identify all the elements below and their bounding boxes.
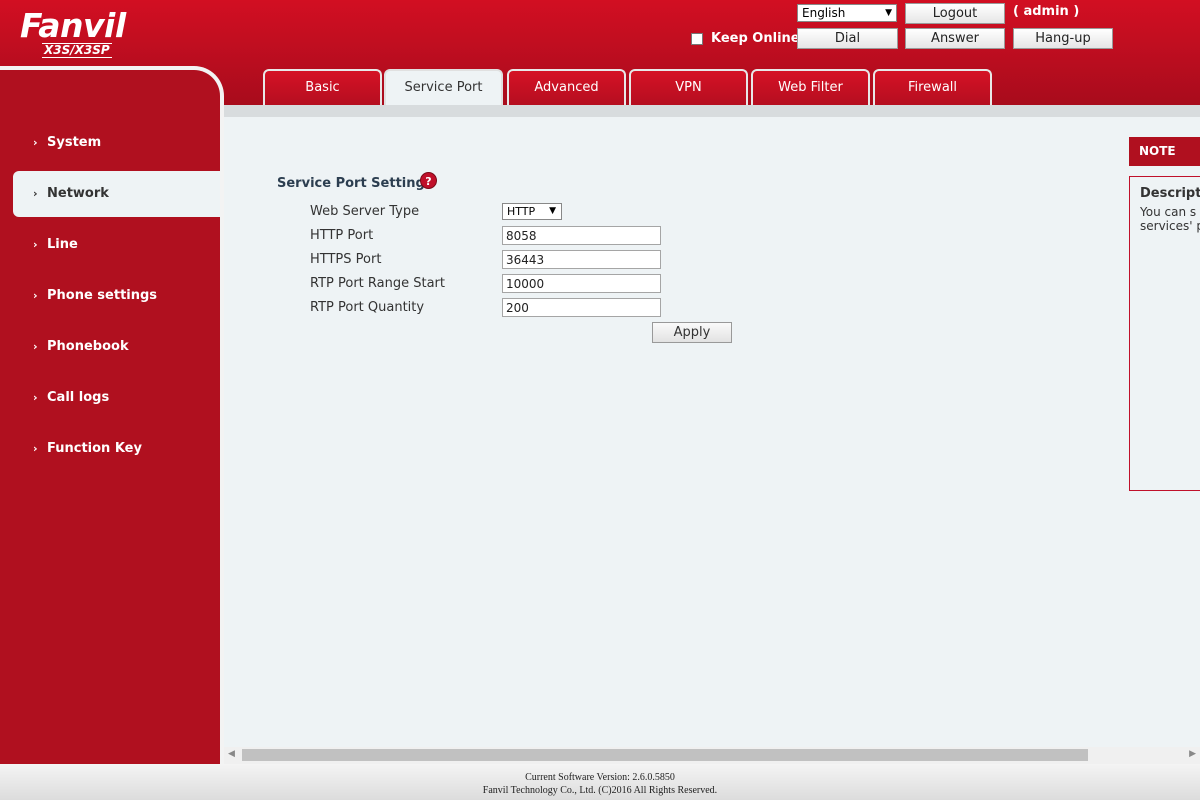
chevron-right-icon: › [33,136,38,149]
sidebar-item-network[interactable]: › Network [13,171,220,217]
answer-button[interactable]: Answer [905,28,1005,49]
scroll-right-icon[interactable]: ▶ [1189,749,1196,759]
user-label: ( admin ) [1013,4,1080,19]
dial-button[interactable]: Dial [797,28,898,49]
language-select[interactable]: English ▼ [797,4,897,22]
footer: Current Software Version: 2.6.0.5850 Fan… [0,764,1200,800]
rtp-start-label: RTP Port Range Start [310,276,445,291]
tab-service-port[interactable]: Service Port [384,69,503,105]
rtp-start-input[interactable]: 10000 [502,274,661,293]
logout-button[interactable]: Logout [905,3,1005,24]
sidebar-item-label: System [47,135,102,150]
section-title: Service Port Settings [277,176,433,191]
sidebar-item-label: Line [47,237,78,252]
language-select-value: English [802,6,846,20]
chevron-right-icon: › [33,238,38,251]
keep-online-toggle[interactable]: Keep Online [691,31,800,46]
copyright: Fanvil Technology Co., Ltd. (C)2016 All … [482,785,718,796]
rtp-quantity-input[interactable]: 200 [502,298,661,317]
https-port-input[interactable]: 36443 [502,250,661,269]
horizontal-scrollbar[interactable]: ◀ ▶ [224,747,1200,764]
fanvil-logo: Fanvil X3S/X3SP [20,8,135,60]
sidebar-item-system[interactable]: › System [0,120,220,166]
note-text-line: You can s [1140,205,1197,219]
scroll-left-icon[interactable]: ◀ [228,749,235,759]
web-server-type-value: HTTP [507,205,536,218]
note-title: Descripti [1140,186,1200,201]
chevron-right-icon: › [33,187,38,200]
note-text-line: services' p [1140,219,1200,233]
help-icon[interactable]: ? [420,172,437,189]
main-content: Service Port Settings ? Web Server Type … [224,117,1200,747]
tab-firewall[interactable]: Firewall [873,69,992,105]
chevron-right-icon: › [33,442,38,455]
https-port-label: HTTPS Port [310,252,382,267]
sidebar-item-label: Function Key [47,441,142,456]
tab-advanced[interactable]: Advanced [507,69,626,105]
chevron-right-icon: › [33,340,38,353]
apply-button[interactable]: Apply [652,322,732,343]
sidebar-item-label: Call logs [47,390,110,405]
sidebar-item-phone-settings[interactable]: › Phone settings [0,273,220,319]
rtp-quantity-label: RTP Port Quantity [310,300,425,315]
sidebar-item-label: Network [47,186,109,201]
sidebar-item-line[interactable]: › Line [0,222,220,268]
note-panel: Descripti You can s services' p [1129,176,1200,491]
web-server-type-label: Web Server Type [310,204,420,219]
chevron-right-icon: › [33,289,38,302]
sidebar-item-label: Phone settings [47,288,158,303]
chevron-down-icon: ▼ [549,206,556,216]
sidebar-item-call-logs[interactable]: › Call logs [0,375,220,421]
note-header: NOTE [1129,137,1200,166]
sidebar: › System › Network › Line › Phone settings ›… [0,66,224,764]
sidebar-item-function-key[interactable]: › Function Key [0,426,220,472]
logo-model: X3S/X3SP [42,43,112,58]
tab-web-filter[interactable]: Web Filter [751,69,870,105]
hangup-button[interactable]: Hang-up [1013,28,1113,49]
chevron-down-icon: ▼ [885,8,892,18]
keep-online-checkbox[interactable] [691,32,703,45]
logo-brand: Fanvil [20,6,126,45]
software-version: Current Software Version: 2.6.0.5850 [525,772,675,783]
http-port-label: HTTP Port [310,228,374,243]
scrollbar-thumb[interactable] [242,749,1088,761]
web-server-type-select[interactable]: HTTP ▼ [502,203,562,220]
tab-basic[interactable]: Basic [263,69,382,105]
content-top-strip [224,105,1200,117]
keep-online-label: Keep Online [711,31,800,46]
sidebar-item-phonebook[interactable]: › Phonebook [0,324,220,370]
tab-vpn[interactable]: VPN [629,69,748,105]
chevron-right-icon: › [33,391,38,404]
sidebar-item-label: Phonebook [47,339,129,354]
http-port-input[interactable]: 8058 [502,226,661,245]
